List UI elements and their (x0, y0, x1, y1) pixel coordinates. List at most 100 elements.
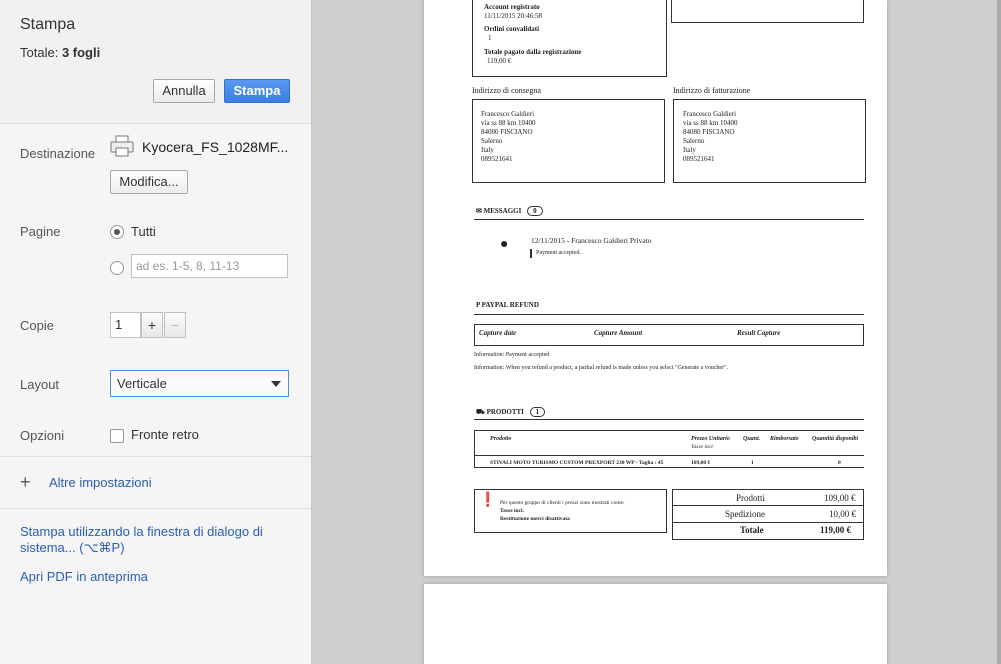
shipping-address-text: Francesco Galdieri via ss 88 km 10400 84… (481, 110, 535, 164)
printer-icon (110, 135, 134, 157)
print-settings-sidebar: Stampa Totale: 3 fogli Annulla Stampa De… (0, 0, 312, 664)
total-paid-label: Totale pagato dalla registrazione (484, 48, 582, 56)
address-line: via ss 88 km 10400 (683, 119, 738, 127)
products-header: ⛟ PRODOTTI 1 (476, 407, 546, 417)
notice-line: Restituzione merci disattivata (500, 516, 570, 522)
notice-line: Tasse incl. (500, 508, 524, 514)
options-label: Opzioni (20, 428, 65, 443)
sheet-total: Totale: 3 fogli (20, 45, 100, 60)
address-line: 84080 FISCIANO (481, 128, 533, 136)
sum-shipping-value: 10,00 € (829, 509, 856, 519)
layout-select[interactable]: Verticale (110, 370, 289, 397)
products-count: 1 (529, 407, 546, 417)
account-registered-label: Account registrato (484, 3, 540, 11)
total-paid-value: 119,00 € (487, 57, 512, 65)
messages-label: MESSAGGI (483, 207, 522, 215)
product-name: STIVALI MOTO TURISMO CUSTOM PREXPORT 230… (490, 460, 664, 466)
preview-page-2 (424, 584, 887, 664)
divider (474, 455, 864, 456)
payment-info-1: Information: Payment accepted (474, 352, 550, 358)
address-line: Italy (481, 146, 494, 154)
address-line: 84080 FISCIANO (683, 128, 735, 136)
more-settings-link[interactable]: Altre impostazioni (49, 475, 152, 490)
print-header: Stampa Totale: 3 fogli Annulla Stampa (0, 0, 311, 124)
product-available: 0 (838, 460, 841, 466)
total-value: 3 fogli (61, 45, 101, 60)
product-col: Rimborsato (770, 436, 799, 442)
divider (672, 505, 864, 506)
payment-info-2: Information: When you refund a product, … (474, 365, 729, 371)
billing-address-label: Indirizzo di fatturazione (673, 86, 751, 95)
sum-products-label: Prodotti (736, 493, 766, 503)
validated-orders-count: 1 (488, 34, 492, 42)
account-date: 11/11/2015 20:46:58 (484, 12, 543, 20)
paypal-col: Result Capture (737, 329, 781, 337)
copies-label: Copie (20, 318, 54, 333)
plus-icon[interactable]: + (20, 473, 31, 491)
message-text: Payment accepted. (530, 249, 581, 258)
page-range-input[interactable]: ad es. 1-5, 8, 11-13 (131, 254, 288, 278)
divider (0, 456, 311, 457)
address-line: Italy (683, 146, 696, 154)
address-line: Francesco Galdieri (683, 110, 737, 118)
paypal-table (474, 324, 864, 346)
copies-increment-button[interactable]: + (141, 312, 163, 338)
validated-orders-label: Ordini convalidati (484, 25, 540, 33)
scrollbar[interactable] (997, 0, 1001, 664)
cancel-button[interactable]: Annulla (153, 79, 215, 103)
address-line: 089521641 (683, 155, 715, 163)
pages-all-label: Tutti (131, 224, 156, 239)
divider (474, 219, 864, 220)
product-col: Prodotto (490, 436, 512, 442)
shipping-address-label: Indirizzo di consegna (472, 86, 541, 95)
destination-label: Destinazione (20, 146, 96, 161)
product-col: Quant. (743, 436, 761, 442)
divider (474, 314, 864, 315)
divider (0, 508, 311, 509)
open-pdf-link[interactable]: Apri PDF in anteprima (20, 569, 148, 584)
preview-page-1: Account registrato 11/11/2015 20:46:58 O… (424, 0, 887, 576)
product-price: 109,00 € (691, 460, 711, 466)
product-col: Tasse incl. (691, 444, 715, 450)
divider (672, 522, 864, 523)
sum-total-label: Totale (740, 525, 764, 535)
messages-header: ✉ MESSAGGI 0 (476, 206, 543, 216)
modify-destination-button[interactable]: Modifica... (110, 170, 188, 194)
sum-products-value: 109,00 € (824, 493, 856, 503)
chevron-down-icon (271, 381, 281, 387)
divider (474, 419, 864, 420)
empty-box (671, 0, 864, 23)
printer-name[interactable]: Kyocera_FS_1028MF... (142, 139, 288, 155)
address-line: via ss 88 km 10400 (481, 119, 536, 127)
paypal-icon: P (476, 301, 480, 309)
envelope-icon: ✉ (476, 207, 482, 215)
print-preview-area: Account registrato 11/11/2015 20:46:58 O… (312, 0, 1001, 664)
duplex-label: Fronte retro (131, 427, 199, 442)
messages-count: 0 (527, 206, 543, 216)
notice-line: Per questo gruppo di clienti i prezzi so… (500, 500, 625, 506)
dialog-title: Stampa (20, 16, 76, 33)
notice-text: Per questo gruppo di clienti i prezzi so… (500, 499, 625, 523)
paypal-header: P PAYPAL REFUND (476, 301, 539, 310)
cart-icon: ⛟ (476, 408, 485, 416)
system-dialog-link[interactable]: Stampa utilizzando la finestra di dialog… (20, 524, 290, 556)
pages-range-radio[interactable] (110, 261, 124, 275)
alert-icon: ❗ (479, 493, 497, 508)
layout-label: Layout (20, 377, 60, 392)
billing-address-text: Francesco Galdieri via ss 88 km 10400 84… (683, 110, 737, 164)
print-button[interactable]: Stampa (224, 79, 290, 103)
paypal-col: Capture Amount (594, 329, 643, 337)
copies-decrement-button[interactable]: − (164, 312, 186, 338)
sum-total-value: 119,00 € (820, 525, 852, 535)
product-qty: 1 (751, 460, 754, 466)
pages-all-radio[interactable] (110, 225, 124, 239)
pages-label: Pagine (20, 224, 61, 239)
duplex-checkbox[interactable] (110, 429, 124, 443)
products-label: PRODOTTI (486, 408, 524, 416)
address-line: Salerno (481, 137, 503, 145)
copies-input[interactable]: 1 (110, 312, 141, 338)
product-col: Quantità disponibi (812, 436, 859, 442)
address-line: Francesco Galdieri (481, 110, 535, 118)
layout-selected-value: Verticale (117, 376, 167, 391)
message-meta: 12/11/2015 - Francesco Galdieri Privato (531, 236, 652, 245)
